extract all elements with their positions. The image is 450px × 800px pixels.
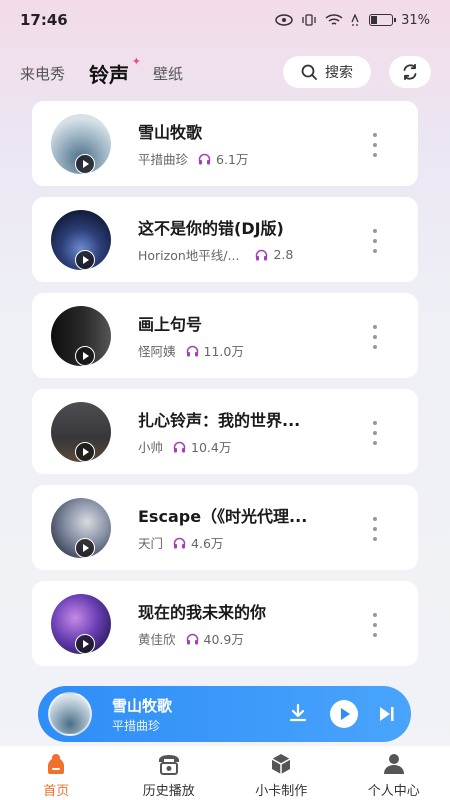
- nav-history[interactable]: 历史播放: [113, 746, 226, 800]
- list-item[interactable]: Escape（《时光代理... 天门 4.6万: [32, 485, 418, 570]
- tab-ringtones-label: 铃声: [89, 62, 130, 87]
- more-icon[interactable]: [370, 613, 380, 637]
- bottom-nav: 首页 历史播放 小卡制作 个人中心: [0, 746, 450, 800]
- headphone-icon: [173, 441, 186, 453]
- song-meta: 黄佳欣 40.9万: [138, 629, 244, 648]
- box-icon: [271, 754, 291, 774]
- headphone-icon: [255, 249, 268, 261]
- play-icon[interactable]: [75, 250, 95, 270]
- song-cover[interactable]: [51, 498, 111, 558]
- song-meta: 小帅 10.4万: [138, 437, 231, 456]
- list-item[interactable]: 这不是你的错(DJ版) Horizon地平线/... 2.8: [32, 197, 418, 282]
- song-title: 画上句号: [138, 315, 203, 334]
- song-meta: 平措曲珍 6.1万: [138, 149, 248, 168]
- song-meta: 怪阿姨 11.0万: [138, 341, 244, 360]
- phone-icon: [158, 755, 179, 775]
- user-icon: [383, 754, 404, 774]
- search-icon: [301, 64, 317, 80]
- list-item[interactable]: 雪山牧歌 平措曲珍 6.1万: [32, 101, 418, 186]
- battery-percent: 31%: [401, 12, 430, 28]
- more-icon[interactable]: [370, 517, 380, 541]
- vibrate-icon: [302, 14, 316, 26]
- download-icon[interactable]: [288, 703, 308, 727]
- list-item[interactable]: 扎心铃声：我的世界... 小帅 10.4万: [32, 389, 418, 474]
- more-icon[interactable]: [370, 325, 380, 349]
- tab-wallpaper[interactable]: 壁纸: [153, 63, 183, 84]
- search-label: 搜索: [325, 65, 353, 81]
- status-icons: 31%: [275, 13, 430, 28]
- play-icon[interactable]: [75, 154, 95, 174]
- player-title: 雪山牧歌: [112, 697, 173, 715]
- status-bar: 17:46 31%: [0, 0, 450, 40]
- song-title: 扎心铃声：我的世界...: [138, 411, 301, 430]
- song-artist: Horizon地平线/...: [138, 248, 240, 263]
- eye-icon: [275, 14, 293, 26]
- play-count: 4.6万: [191, 536, 224, 551]
- play-count: 40.9万: [203, 632, 244, 647]
- play-count: 6.1万: [216, 152, 249, 167]
- play-icon[interactable]: [75, 442, 95, 462]
- refresh-button[interactable]: [389, 56, 431, 88]
- nav-profile[interactable]: 个人中心: [338, 746, 450, 800]
- song-title: 这不是你的错(DJ版): [138, 219, 284, 238]
- headphone-icon: [186, 345, 199, 357]
- list-item[interactable]: 现在的我未来的你 黄佳欣 40.9万: [32, 581, 418, 666]
- player-artist: 平措曲珍: [112, 719, 161, 733]
- nav-profile-label: 个人中心: [367, 784, 420, 799]
- status-time: 17:46: [20, 11, 68, 29]
- song-artist: 天门: [138, 536, 164, 551]
- headphone-icon: [173, 537, 186, 549]
- player-cover[interactable]: [48, 692, 92, 736]
- more-icon[interactable]: [370, 421, 380, 445]
- song-artist: 怪阿姨: [138, 344, 176, 359]
- play-count: 10.4万: [191, 440, 232, 455]
- home-icon: [48, 754, 65, 774]
- play-pause-button[interactable]: [330, 700, 358, 728]
- nav-home[interactable]: 首页: [0, 746, 113, 800]
- play-icon[interactable]: [75, 346, 95, 366]
- more-icon[interactable]: [370, 229, 380, 253]
- nav-home-label: 首页: [43, 784, 70, 799]
- mini-player[interactable]: 雪山牧歌 平措曲珍: [38, 686, 411, 742]
- tab-caller-show[interactable]: 来电秀: [20, 63, 65, 84]
- headphone-icon: [198, 153, 211, 165]
- search-button[interactable]: 搜索: [283, 56, 371, 88]
- battery-icon: [369, 14, 397, 26]
- list-item[interactable]: 画上句号 怪阿姨 11.0万: [32, 293, 418, 378]
- song-cover[interactable]: [51, 594, 111, 654]
- play-count: 11.0万: [203, 344, 244, 359]
- song-artist: 小帅: [138, 440, 164, 455]
- song-artist: 平措曲珍: [138, 152, 189, 167]
- wifi-icon: [325, 13, 343, 25]
- song-title: Escape（《时光代理...: [138, 507, 308, 526]
- top-tabs: 来电秀 铃声 ✦ 壁纸 搜索: [0, 50, 450, 96]
- play-icon[interactable]: [75, 634, 95, 654]
- tab-ringtones[interactable]: 铃声 ✦: [89, 55, 141, 88]
- song-cover[interactable]: [51, 306, 111, 366]
- song-cover[interactable]: [51, 402, 111, 462]
- refresh-icon: [403, 63, 417, 81]
- song-meta: Horizon地平线/... 2.8: [138, 245, 293, 264]
- song-title: 雪山牧歌: [138, 123, 203, 142]
- sparkle-icon: ✦: [131, 54, 142, 68]
- signal-icon: [351, 14, 359, 26]
- headphone-icon: [186, 633, 199, 645]
- play-icon[interactable]: [75, 538, 95, 558]
- nav-card-maker[interactable]: 小卡制作: [225, 746, 338, 800]
- song-cover[interactable]: [51, 114, 111, 174]
- song-meta: 天门 4.6万: [138, 533, 223, 552]
- next-icon[interactable]: [378, 704, 396, 728]
- play-count: 2.8: [273, 247, 294, 262]
- nav-history-label: 历史播放: [142, 784, 195, 799]
- ringtone-list: 雪山牧歌 平措曲珍 6.1万 这不是你的错(DJ版) Horizon地平线/..…: [32, 101, 418, 677]
- song-artist: 黄佳欣: [138, 632, 176, 647]
- song-title: 现在的我未来的你: [138, 603, 267, 622]
- nav-card-maker-label: 小卡制作: [255, 784, 308, 799]
- song-cover[interactable]: [51, 210, 111, 270]
- more-icon[interactable]: [370, 133, 380, 157]
